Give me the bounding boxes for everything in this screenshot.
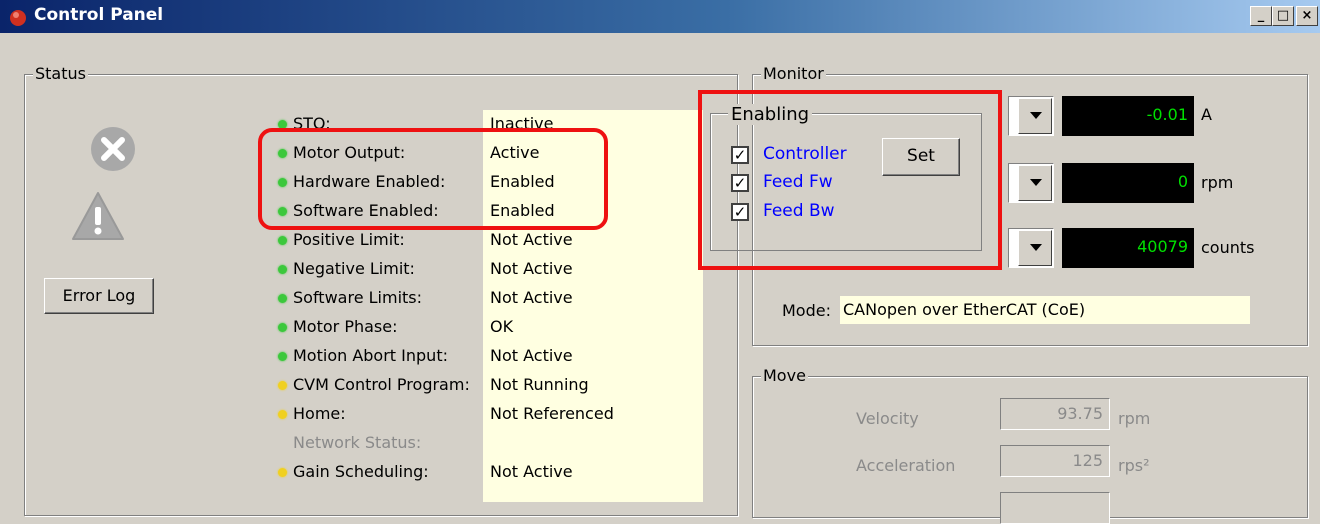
status-row-label: Motor Phase: [293, 317, 398, 336]
readout-current-unit: A [1201, 105, 1212, 124]
monitor-select-2[interactable] [1008, 163, 1054, 203]
highlight-enabling [698, 90, 1002, 270]
readout-velocity-unit: rpm [1201, 173, 1234, 192]
status-indicator-icon [278, 265, 287, 274]
velocity-label: Velocity [856, 409, 919, 428]
status-row-label: Positive Limit: [293, 230, 405, 249]
acceleration-unit: rps² [1118, 456, 1150, 475]
minimize-button[interactable]: _ [1250, 6, 1272, 26]
status-indicator-icon [278, 294, 287, 303]
readout-position-unit: counts [1201, 238, 1255, 257]
status-row-value: OK [490, 317, 514, 336]
status-row-value: Not Active [490, 288, 573, 307]
chevron-down-icon[interactable] [1018, 230, 1052, 266]
move-group-label: Move [761, 366, 808, 385]
readout-velocity: 0 [1062, 163, 1194, 203]
status-row-value: Not Active [490, 462, 573, 481]
close-button[interactable]: × [1296, 6, 1318, 26]
status-indicator-icon [278, 352, 287, 361]
status-group-label: Status [33, 64, 88, 83]
chevron-down-icon[interactable] [1018, 98, 1052, 134]
status-row-label: Network Status: [293, 433, 422, 452]
readout-position: 40079 [1062, 228, 1194, 268]
mode-value: CANopen over EtherCAT (CoE) [840, 296, 1250, 324]
move-third-input[interactable] [1000, 492, 1110, 524]
status-row-label: Negative Limit: [293, 259, 415, 278]
error-icon [91, 127, 135, 171]
status-row-label: Gain Scheduling: [293, 462, 429, 481]
status-row-label: Motion Abort Input: [293, 346, 448, 365]
highlight-status-rows [258, 128, 608, 230]
readout-current: -0.01 [1062, 96, 1194, 136]
status-row-value: Not Active [490, 230, 573, 249]
velocity-input[interactable]: 93.75 [1000, 398, 1110, 430]
status-indicator-icon [278, 323, 287, 332]
chevron-down-icon[interactable] [1018, 165, 1052, 201]
maximize-button[interactable]: □ [1272, 6, 1294, 26]
status-row-label: Software Limits: [293, 288, 423, 307]
status-indicator-icon [278, 381, 287, 390]
status-row-label: CVM Control Program: [293, 375, 470, 394]
app-icon [10, 10, 26, 26]
monitor-select-1[interactable] [1008, 96, 1054, 136]
title-bar: Control Panel _ □ × [0, 0, 1320, 33]
status-row-value: Not Active [490, 259, 573, 278]
window-title: Control Panel [34, 5, 164, 25]
monitor-select-3[interactable] [1008, 228, 1054, 268]
status-row-value: Not Active [490, 346, 573, 365]
acceleration-label: Acceleration [856, 456, 956, 475]
status-indicator-icon [278, 410, 287, 419]
monitor-group-label: Monitor [761, 64, 826, 83]
acceleration-input[interactable]: 125 [1000, 445, 1110, 477]
velocity-unit: rpm [1118, 409, 1151, 428]
status-row-label: Home: [293, 404, 346, 423]
error-log-button[interactable]: Error Log [44, 278, 154, 314]
status-indicator-icon [278, 468, 287, 477]
mode-label: Mode: [782, 301, 831, 320]
status-row-value: Not Running [490, 375, 589, 394]
warning-icon [72, 192, 124, 240]
status-row-value: Not Referenced [490, 404, 614, 423]
status-indicator-icon [278, 236, 287, 245]
